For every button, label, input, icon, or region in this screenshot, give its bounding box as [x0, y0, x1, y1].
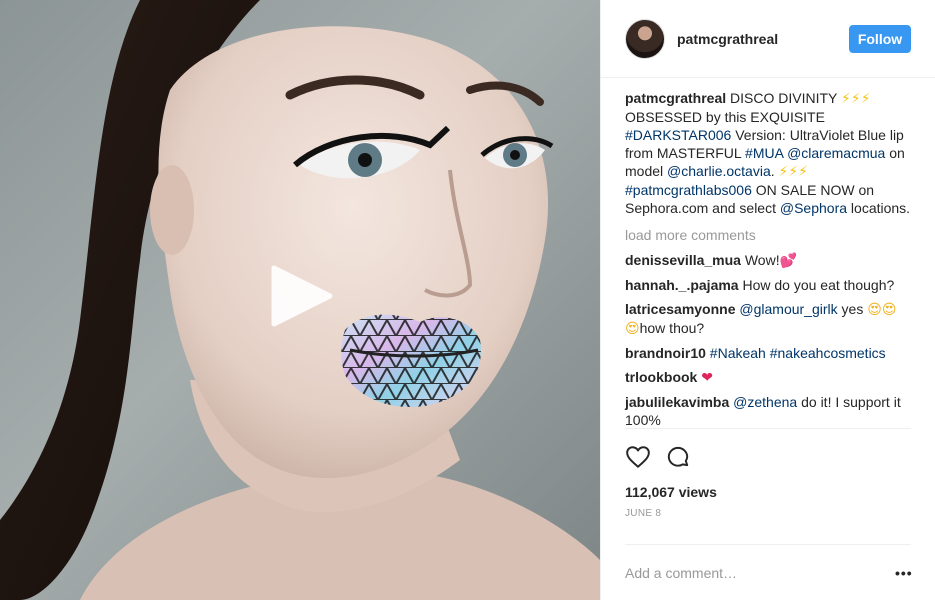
comment-item: trlookbook ❤: [625, 368, 911, 387]
comments-list: patmcgrathreal DISCO DIVINITY ⚡⚡⚡ OBSESS…: [601, 78, 935, 428]
post-video[interactable]: [0, 0, 600, 600]
hashtag-link[interactable]: #Nakeah: [710, 345, 766, 361]
post-header: patmcgrathreal Follow: [601, 0, 935, 78]
mention-link[interactable]: @Sephora: [780, 200, 847, 216]
play-icon[interactable]: [268, 262, 336, 330]
lightning-emoji: ⚡⚡⚡: [841, 91, 871, 107]
post-caption: patmcgrathreal DISCO DIVINITY ⚡⚡⚡ OBSESS…: [625, 89, 911, 217]
comment-text: how thou?: [639, 320, 705, 336]
comment-item: latricesamyonne @glamour_girlk yes 😍😍 😍h…: [625, 300, 911, 338]
caption-text: OBSESSED by this EXQUISITE: [625, 109, 825, 125]
comment-text: Wow!: [744, 252, 780, 268]
mention-link[interactable]: @zethena: [733, 394, 797, 410]
comment-item: jabulilekavimba @zethena do it! I suppor…: [625, 393, 911, 428]
comment-input[interactable]: [625, 564, 895, 581]
view-count: 112,067 views: [625, 484, 717, 500]
caption-username[interactable]: patmcgrathreal: [625, 90, 726, 106]
comment-item: brandnoir10 #Nakeah #nakeahcosmetics: [625, 344, 911, 362]
mention-link[interactable]: @glamour_girlk: [739, 301, 837, 317]
comment-item: denissevilla_mua Wow!💕: [625, 251, 911, 270]
follow-button[interactable]: Follow: [849, 24, 911, 53]
post-side-panel: patmcgrathreal Follow patmcgrathreal DIS…: [600, 0, 935, 600]
username-link[interactable]: patmcgrathreal: [677, 31, 849, 47]
mention-link[interactable]: @claremacmua: [787, 145, 885, 161]
comment-text: yes: [841, 301, 864, 317]
heart-eyes-emoji: 😍😍: [867, 302, 897, 318]
comment-text: How do you eat though?: [742, 277, 895, 293]
comment-username[interactable]: trlookbook: [625, 369, 697, 385]
post-date: JUNE 8: [625, 508, 662, 519]
red-heart-emoji: ❤: [701, 370, 713, 386]
caption-text: .: [770, 163, 775, 179]
caption-text: DISCO DIVINITY: [730, 90, 838, 106]
speech-bubble-icon[interactable]: [665, 444, 691, 470]
heart-outline-icon[interactable]: [625, 444, 651, 470]
caption-text: locations.: [850, 200, 911, 216]
hashtag-link[interactable]: #MUA: [745, 145, 783, 161]
hashtag-link[interactable]: #nakeahcosmetics: [770, 345, 886, 361]
hashtag-link[interactable]: #DARKSTAR006: [625, 127, 731, 143]
post-modal: patmcgrathreal Follow patmcgrathreal DIS…: [0, 0, 935, 600]
comment-username[interactable]: jabulilekavimba: [625, 394, 729, 410]
action-bar: [625, 428, 911, 484]
mention-link[interactable]: @charlie.octavia: [667, 163, 771, 179]
avatar[interactable]: [625, 18, 665, 59]
comment-item: hannah._.pajama How do you eat though?: [625, 276, 911, 294]
comment-username[interactable]: latricesamyonne: [625, 301, 736, 317]
comment-username[interactable]: denissevilla_mua: [625, 252, 741, 268]
comment-username[interactable]: brandnoir10: [625, 345, 706, 361]
ellipsis-icon[interactable]: •••: [895, 565, 912, 581]
comment-username[interactable]: hannah._.pajama: [625, 277, 739, 293]
hearts-emoji: 💕: [779, 253, 798, 269]
load-more-comments-link[interactable]: load more comments: [625, 227, 911, 243]
add-comment-bar: •••: [625, 544, 912, 600]
hashtag-link[interactable]: #patmcgrathlabs006: [625, 182, 752, 198]
lightning-emoji: ⚡⚡⚡: [778, 164, 809, 180]
heart-eyes-emoji: 😍: [625, 321, 640, 337]
